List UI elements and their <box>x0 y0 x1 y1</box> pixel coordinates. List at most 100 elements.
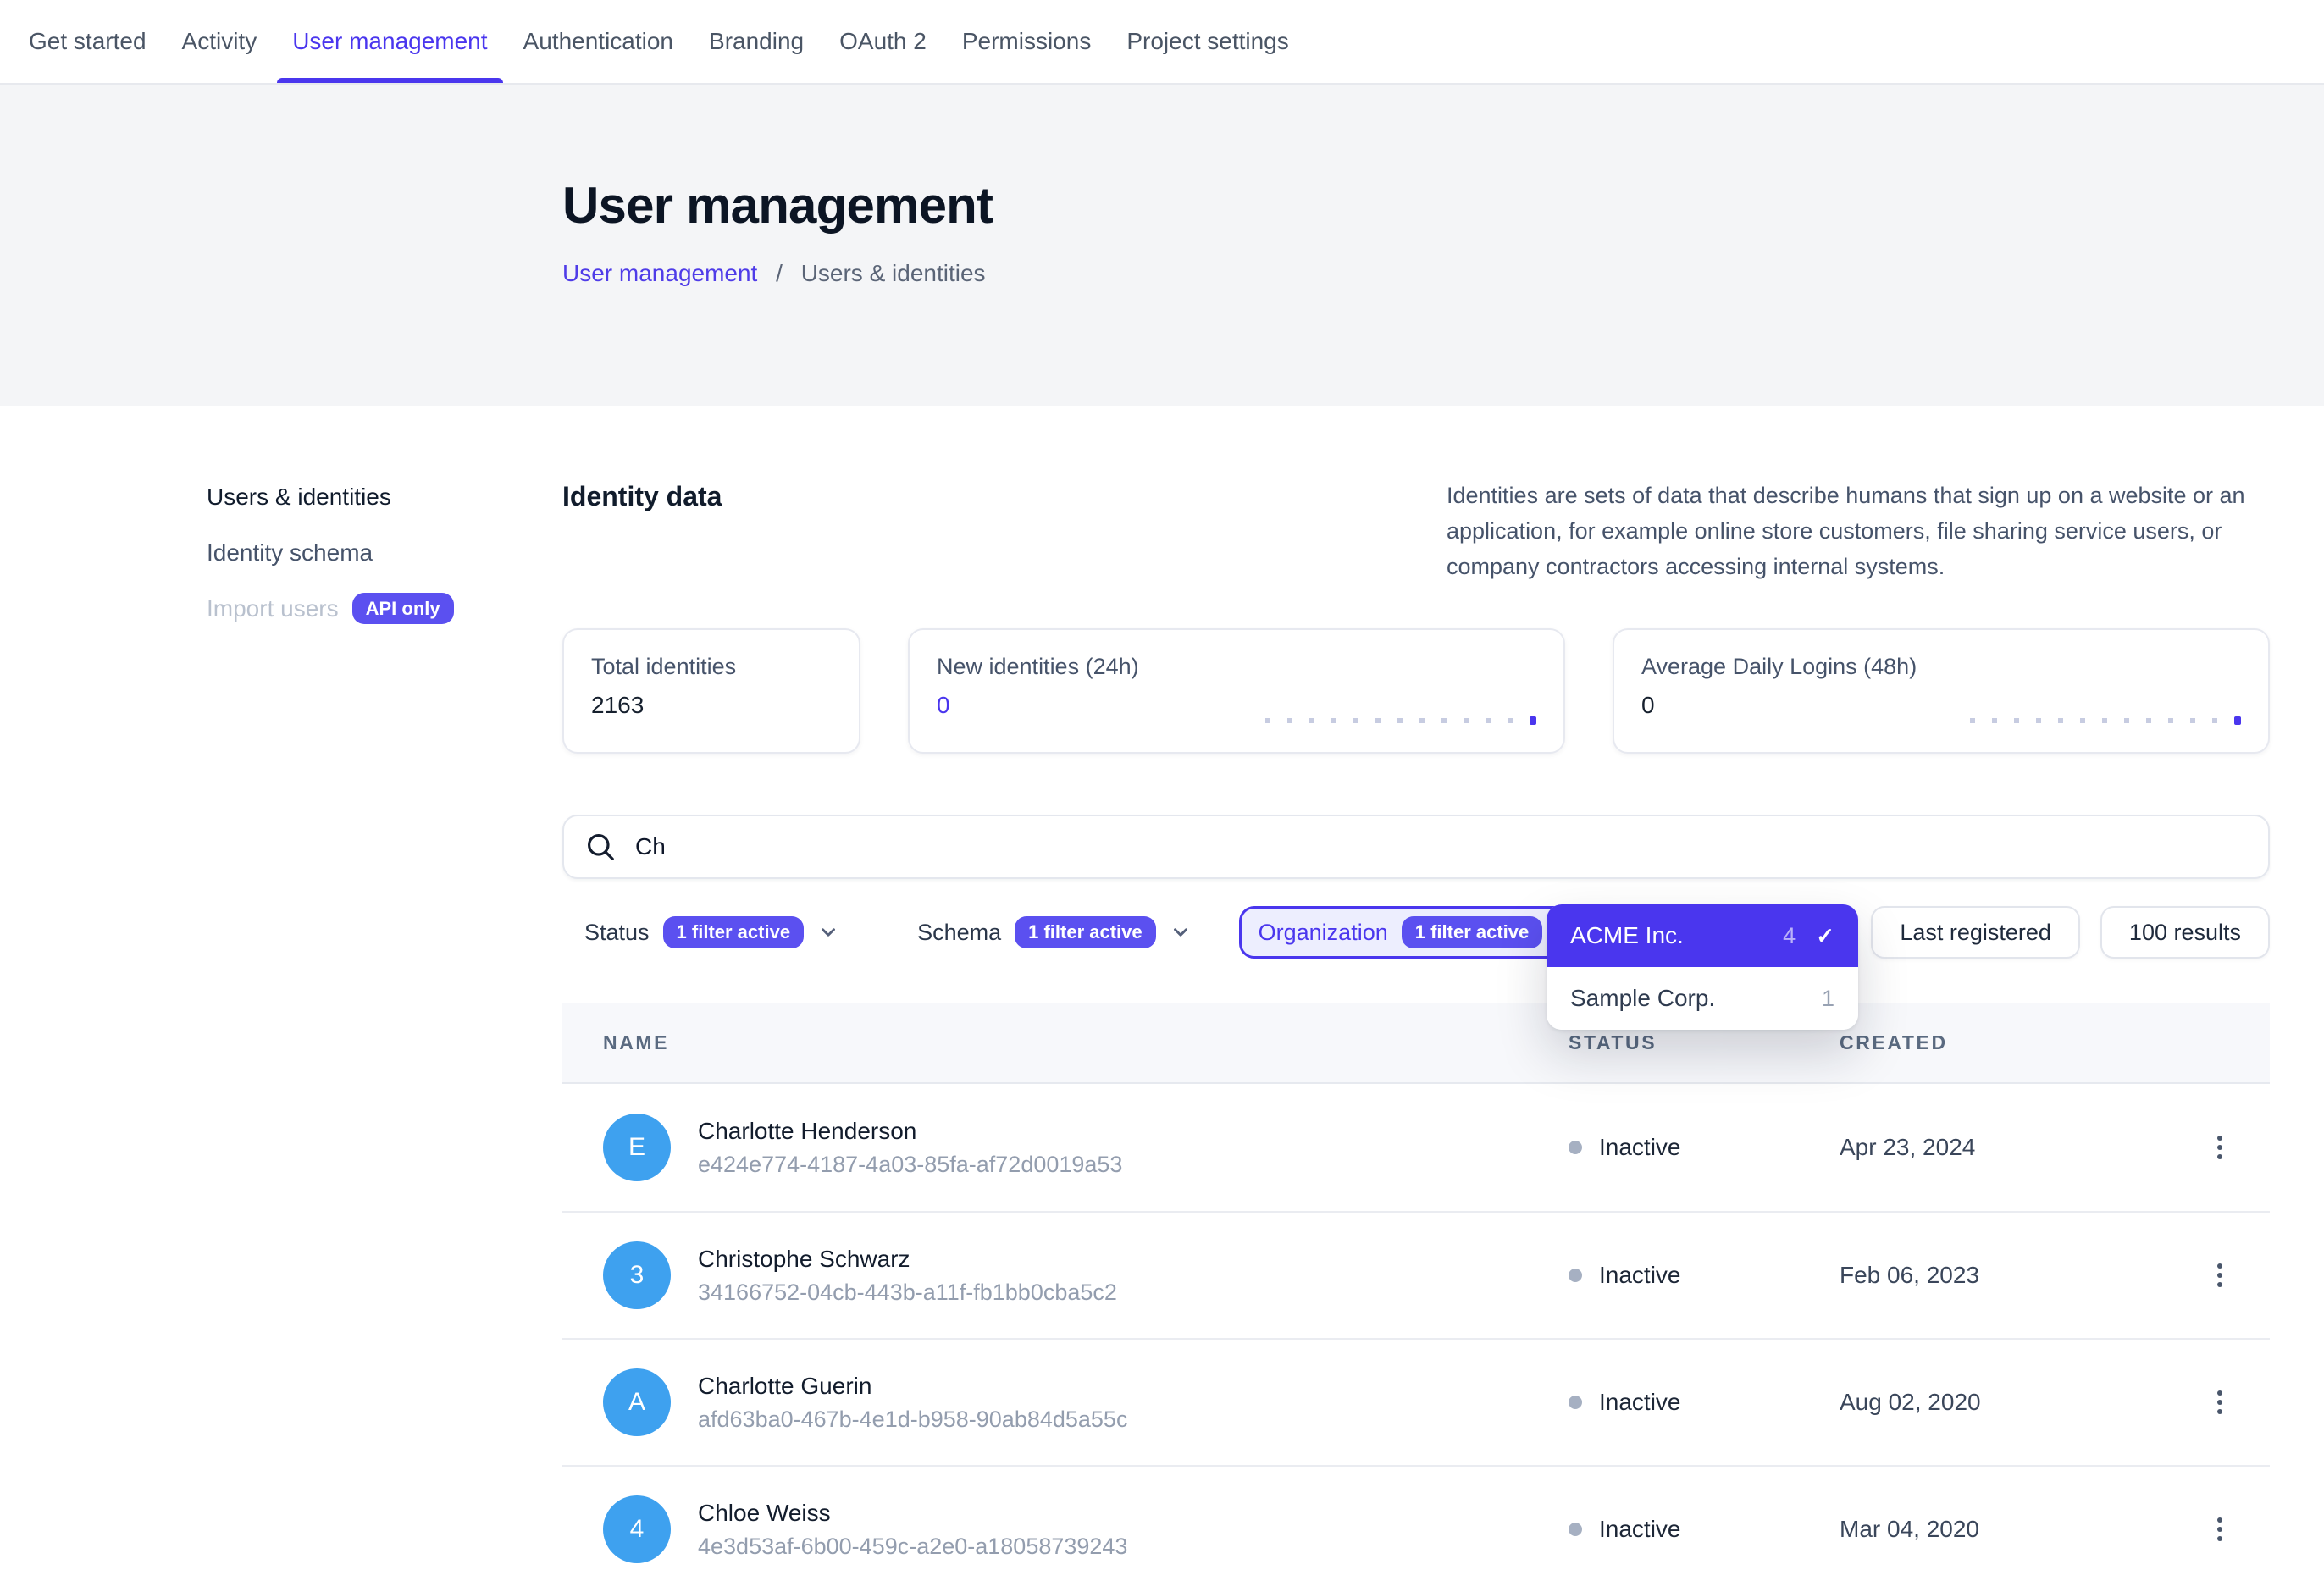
row-menu-button[interactable] <box>2211 1253 2229 1297</box>
check-icon: ✓ <box>1816 923 1834 949</box>
column-header-name: NAME <box>603 1031 1569 1054</box>
status-dot <box>1569 1523 1582 1536</box>
nav-tab-oauth2[interactable]: OAuth 2 <box>838 0 928 83</box>
breadcrumb-current: Users & identities <box>801 260 986 286</box>
nav-tab-get-started[interactable]: Get started <box>27 0 148 83</box>
search-icon <box>586 832 615 861</box>
page-size-select[interactable]: 100 results <box>2100 906 2270 959</box>
created-date: Apr 23, 2024 <box>1840 1134 2168 1161</box>
status-badge: Inactive <box>1599 1134 1681 1161</box>
nav-tab-project-settings[interactable]: Project settings <box>1125 0 1290 83</box>
created-date: Feb 06, 2023 <box>1840 1262 2168 1289</box>
avatar: A <box>603 1368 671 1436</box>
filter-organization-active-badge: 1 filter active <box>1402 916 1543 948</box>
filter-schema-active-badge: 1 filter active <box>1015 916 1156 948</box>
search-bar <box>562 815 2270 879</box>
avatar: 4 <box>603 1495 671 1563</box>
breadcrumb: User management / Users & identities <box>562 260 2324 287</box>
row-menu-button[interactable] <box>2211 1507 2229 1551</box>
nav-tab-user-management[interactable]: User management <box>290 0 489 83</box>
section-description: Identities are sets of data that describ… <box>1447 478 2270 584</box>
sparkline <box>1970 718 2217 723</box>
column-header-status: STATUS <box>1569 1031 1840 1054</box>
api-only-badge: API only <box>352 593 454 624</box>
filter-organization-label: Organization <box>1259 920 1388 946</box>
sidebar: Users & identities Identity schema Impor… <box>207 479 539 649</box>
dropdown-option-count: 1 <box>1822 986 1834 1012</box>
chevron-down-icon <box>1170 921 1192 943</box>
column-header-created: CREATED <box>1840 1031 2168 1054</box>
nav-tab-branding[interactable]: Branding <box>707 0 805 83</box>
sidebar-item-users-identities[interactable]: Users & identities <box>207 479 539 515</box>
section-head: Identity data Identities are sets of dat… <box>562 478 2270 584</box>
stat-card-new-identities: New identities (24h) 0 <box>908 628 1565 754</box>
top-nav: Get started Activity User management Aut… <box>0 0 2324 85</box>
search-input[interactable] <box>632 832 2246 862</box>
row-menu-button[interactable] <box>2211 1380 2229 1424</box>
page-title: User management <box>562 176 2324 235</box>
identity-id: 34166752-04cb-443b-a11f-fb1bb0cba5c2 <box>698 1280 1117 1306</box>
stat-label: New identities (24h) <box>937 654 1536 680</box>
stat-card-total-identities: Total identities 2163 <box>562 628 860 754</box>
identities-table: NAME STATUS CREATED E Charlotte Henderso… <box>562 1003 2270 1592</box>
identity-id: afd63ba0-467b-4e1d-b958-90ab84d5a55c <box>698 1407 1127 1433</box>
stat-label: Total identities <box>591 654 832 680</box>
identity-name: Chloe Weiss <box>698 1500 1127 1527</box>
dropdown-option-sample-corp[interactable]: Sample Corp. 1 <box>1547 967 1858 1030</box>
stat-label: Average Daily Logins (48h) <box>1641 654 2241 680</box>
stat-value: 2163 <box>591 692 832 719</box>
sidebar-item-import-users-label: Import users <box>207 595 339 622</box>
filter-status[interactable]: Status 1 filter active <box>584 916 839 948</box>
status-dot <box>1569 1141 1582 1154</box>
stat-value: 0 <box>937 692 1536 719</box>
breadcrumb-link-user-management[interactable]: User management <box>562 260 757 286</box>
identity-name: Christophe Schwarz <box>698 1246 1117 1273</box>
table-header: NAME STATUS CREATED <box>562 1003 2270 1084</box>
sort-select[interactable]: Last registered <box>1871 906 2080 959</box>
created-date: Aug 02, 2020 <box>1840 1389 2168 1416</box>
status-badge: Inactive <box>1599 1389 1681 1416</box>
table-row[interactable]: 4 Chloe Weiss 4e3d53af-6b00-459c-a2e0-a1… <box>562 1465 2270 1592</box>
filter-schema[interactable]: Schema 1 filter active <box>917 916 1192 948</box>
sidebar-item-identity-schema[interactable]: Identity schema <box>207 535 539 571</box>
filter-organization[interactable]: Organization 1 filter active <box>1239 906 1598 959</box>
stat-cards: Total identities 2163 New identities (24… <box>562 628 2270 754</box>
content-area: Users & identities Identity schema Impor… <box>0 406 2324 1592</box>
filter-row: Status 1 filter active Schema 1 filter a… <box>562 906 2270 959</box>
identity-id: 4e3d53af-6b00-459c-a2e0-a18058739243 <box>698 1534 1127 1560</box>
nav-tab-activity[interactable]: Activity <box>180 0 259 83</box>
dropdown-option-label: Sample Corp. <box>1570 985 1822 1012</box>
stat-card-average-daily-logins: Average Daily Logins (48h) 0 <box>1613 628 2270 754</box>
nav-tab-permissions[interactable]: Permissions <box>960 0 1093 83</box>
chevron-down-icon <box>817 921 839 943</box>
status-badge: Inactive <box>1599 1516 1681 1543</box>
avatar: E <box>603 1114 671 1181</box>
dropdown-option-label: ACME Inc. <box>1570 922 1783 949</box>
breadcrumb-separator: / <box>776 260 783 286</box>
stat-value: 0 <box>1641 692 2241 719</box>
section-title: Identity data <box>562 481 722 512</box>
table-row[interactable]: 3 Christophe Schwarz 34166752-04cb-443b-… <box>562 1211 2270 1338</box>
sidebar-item-import-users[interactable]: Import users API only <box>207 591 539 628</box>
dropdown-option-count: 4 <box>1783 923 1796 949</box>
identity-name: Charlotte Guerin <box>698 1373 1127 1400</box>
avatar: 3 <box>603 1241 671 1309</box>
row-menu-button[interactable] <box>2211 1125 2229 1169</box>
identity-name: Charlotte Henderson <box>698 1118 1122 1145</box>
table-row[interactable]: E Charlotte Henderson e424e774-4187-4a03… <box>562 1084 2270 1211</box>
created-date: Mar 04, 2020 <box>1840 1516 2168 1543</box>
status-dot <box>1569 1269 1582 1282</box>
table-row[interactable]: A Charlotte Guerin afd63ba0-467b-4e1d-b9… <box>562 1338 2270 1465</box>
dropdown-option-acme-inc[interactable]: ACME Inc. 4 ✓ <box>1547 904 1858 967</box>
identity-id: e424e774-4187-4a03-85fa-af72d0019a53 <box>698 1152 1122 1178</box>
status-dot <box>1569 1396 1582 1409</box>
main-panel: Identity data Identities are sets of dat… <box>562 406 2270 1592</box>
page-header: User management User management / Users … <box>0 85 2324 406</box>
filter-status-active-badge: 1 filter active <box>663 916 805 948</box>
organization-dropdown: ACME Inc. 4 ✓ Sample Corp. 1 <box>1547 904 1858 1030</box>
status-badge: Inactive <box>1599 1262 1681 1289</box>
filter-schema-label: Schema <box>917 920 1001 946</box>
nav-tab-authentication[interactable]: Authentication <box>522 0 675 83</box>
sparkline <box>1265 718 1513 723</box>
filter-status-label: Status <box>584 920 650 946</box>
